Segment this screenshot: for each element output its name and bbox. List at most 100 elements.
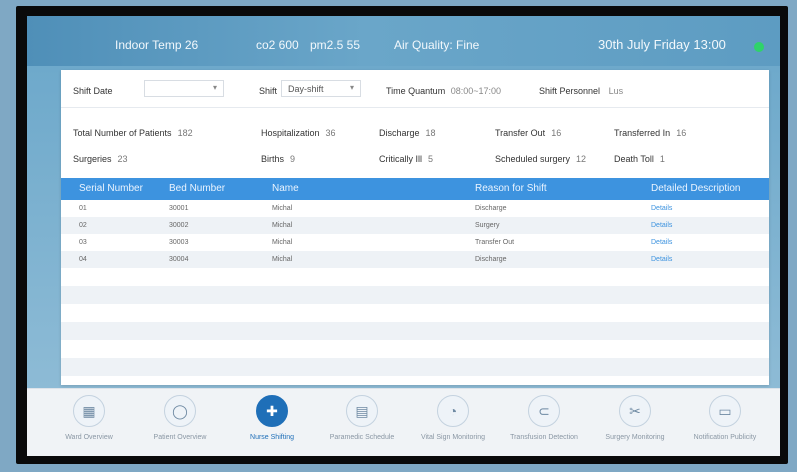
person-icon: ◯: [164, 395, 196, 427]
scissors-icon: ✂: [619, 395, 651, 427]
empty-row: [61, 340, 769, 358]
stat-value: 36: [325, 128, 336, 138]
details-link[interactable]: Details: [651, 222, 672, 229]
stat-value: 9: [290, 154, 296, 164]
stat-total-patients: Total Number of Patients 182: [73, 128, 193, 138]
indoor-temp: Indoor Temp 26: [115, 38, 199, 52]
nav-label: Vital Sign Monitoring: [420, 434, 486, 441]
shift-date-select[interactable]: ▾: [144, 80, 224, 97]
table-row[interactable]: 02 30002 Michal Surgery Details: [61, 217, 769, 234]
stat-value: 23: [117, 154, 128, 164]
nav-label: Transfusion Detection: [510, 434, 578, 441]
cell-reason: Transfer Out: [475, 239, 515, 246]
drop-icon: ⊂: [528, 395, 560, 427]
column-header[interactable]: Detailed Description: [651, 183, 741, 194]
time-quantum-value: 08:00~17:00: [450, 86, 502, 96]
column-header[interactable]: Name: [272, 183, 299, 194]
table-row[interactable]: 03 30003 Michal Transfer Out Details: [61, 234, 769, 251]
nav-paramedic-schedule[interactable]: ▤ Paramedic Schedule: [319, 395, 405, 441]
shift-value: Day-shift: [288, 84, 324, 94]
cell-bed: 30004: [169, 256, 189, 263]
nav-label: Nurse Shifting: [250, 434, 294, 441]
nav-label: Notification Publicity: [693, 434, 757, 441]
table-row[interactable]: 01 30001 Michal Discharge Details: [61, 200, 769, 217]
nav-nurse-shifting[interactable]: ✚ Nurse Shifting: [229, 395, 315, 441]
chevron-down-icon: ▾: [212, 83, 217, 92]
empty-row: [61, 358, 769, 376]
time-quantum-label: Time Quantum: [386, 86, 446, 96]
stat-label: Surgeries: [73, 154, 112, 164]
nav-patient-overview[interactable]: ◯ Patient Overview: [137, 395, 223, 441]
stat-value: 16: [676, 128, 687, 138]
stat-label: Births: [261, 154, 285, 164]
filter-row: Shift Date ▾ Shift Day-shift ▾ Time Quan…: [61, 70, 769, 108]
table-row[interactable]: 04 30004 Michal Discharge Details: [61, 251, 769, 268]
stat-value: 182: [177, 128, 193, 138]
shift-panel: Shift Date ▾ Shift Day-shift ▾ Time Quan…: [61, 70, 769, 385]
cell-name: Michal: [272, 222, 293, 229]
stat-label: Discharge: [379, 128, 420, 138]
air-quality: Air Quality: Fine: [394, 38, 480, 52]
nav-label: Surgery Monitoring: [605, 434, 665, 441]
nav-transfusion-detection[interactable]: ⊂ Transfusion Detection: [501, 395, 587, 441]
shift-personnel-value: Lus: [608, 86, 624, 96]
stat-label: Total Number of Patients: [73, 128, 172, 138]
cell-serial: 01: [79, 205, 87, 212]
header-bar: Indoor Temp 26 co2 600 pm2.5 55 Air Qual…: [27, 16, 780, 72]
table-header: Serial Number Bed Number Name Reason for…: [61, 178, 769, 200]
cell-name: Michal: [272, 239, 293, 246]
column-header[interactable]: Serial Number: [79, 183, 143, 194]
stat-hospitalization: Hospitalization 36: [261, 128, 336, 138]
nav-label: Ward Overview: [65, 434, 113, 441]
cell-reason: Discharge: [475, 205, 507, 212]
cell-reason: Discharge: [475, 256, 507, 263]
cell-name: Michal: [272, 205, 293, 212]
stat-value: 5: [428, 154, 434, 164]
empty-row: [61, 268, 769, 286]
stat-critically-ill: Critically Ill 5: [379, 154, 433, 164]
app-screen: Indoor Temp 26 co2 600 pm2.5 55 Air Qual…: [27, 16, 780, 456]
shift-select[interactable]: Day-shift ▾: [281, 80, 361, 97]
stats-grid: Total Number of Patients 182 Hospitalizat…: [61, 108, 769, 178]
nav-ward-overview[interactable]: ▦ Ward Overview: [46, 395, 132, 441]
stat-births: Births 9: [261, 154, 295, 164]
nav-label: Paramedic Schedule: [329, 434, 395, 441]
cell-bed: 30003: [169, 239, 189, 246]
shift-label: Shift: [259, 86, 278, 96]
chevron-down-icon: ▾: [349, 83, 354, 92]
empty-row: [61, 286, 769, 304]
stat-value: 1: [659, 154, 665, 164]
shift-personnel: Shift Personnel Lus: [539, 86, 623, 96]
nurse-icon: ✚: [256, 395, 288, 427]
pm25-reading: pm2.5 55: [310, 38, 361, 52]
stat-value: 18: [425, 128, 436, 138]
shift-date-label: Shift Date: [73, 86, 113, 96]
stat-discharge: Discharge 18: [379, 128, 436, 138]
details-link[interactable]: Details: [651, 256, 672, 263]
details-link[interactable]: Details: [651, 239, 672, 246]
stat-value: 12: [576, 154, 587, 164]
column-header[interactable]: Reason for Shift: [475, 183, 547, 194]
pulse-icon: ◔: [437, 395, 469, 427]
details-link[interactable]: Details: [651, 205, 672, 212]
status-indicator: [754, 42, 764, 52]
empty-row: [61, 304, 769, 322]
calendar-icon: ▤: [346, 395, 378, 427]
grid-icon: ▦: [73, 395, 105, 427]
stat-surgeries: Surgeries 23: [73, 154, 128, 164]
cell-serial: 02: [79, 222, 87, 229]
stat-label: Hospitalization: [261, 128, 320, 138]
nav-notification-publicity[interactable]: ▭ Notification Publicity: [682, 395, 768, 441]
bottom-nav: ▦ Ward Overview ◯ Patient Overview ✚ Nur…: [27, 388, 780, 456]
shift-personnel-label: Shift Personnel: [539, 86, 601, 96]
stat-death-toll: Death Toll 1: [614, 154, 665, 164]
date-time: 30th July Friday 13:00: [598, 37, 726, 52]
time-quantum: Time Quantum 08:00~17:00: [386, 86, 501, 96]
nav-vital-sign-monitoring[interactable]: ◔ Vital Sign Monitoring: [410, 395, 496, 441]
stat-transferred-in: Transferred In 16: [614, 128, 686, 138]
cell-serial: 04: [79, 256, 87, 263]
nav-surgery-monitoring[interactable]: ✂ Surgery Monitoring: [592, 395, 678, 441]
column-header[interactable]: Bed Number: [169, 183, 225, 194]
message-icon: ▭: [709, 395, 741, 427]
cell-reason: Surgery: [475, 222, 500, 229]
